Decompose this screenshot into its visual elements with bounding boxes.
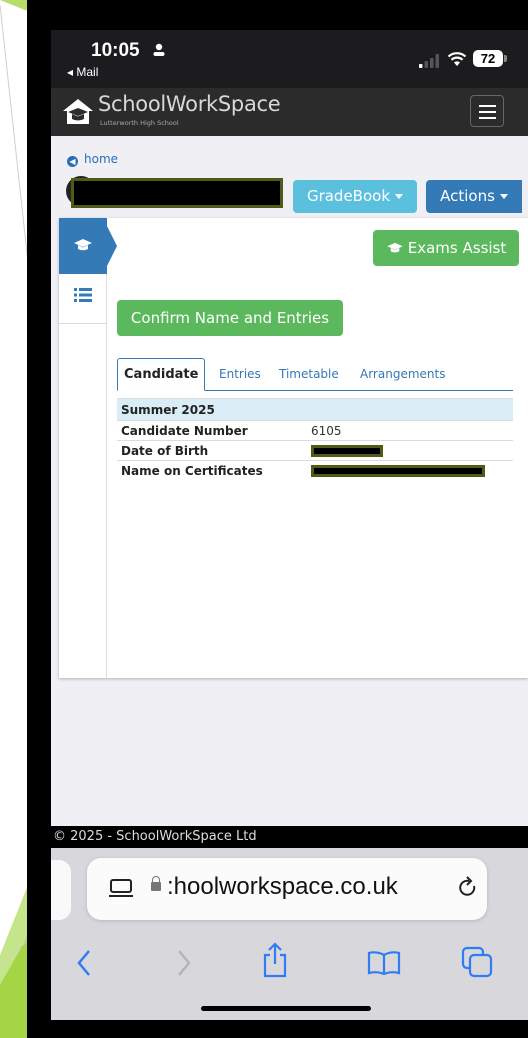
safari-bottom-bar: :hoolworkspace.co.uk: [51, 848, 528, 1020]
phone-frame: 10:05 ◂ Mail 72 SchoolWorkSpace Lutterwo…: [27, 0, 528, 1038]
person-icon: [153, 43, 165, 56]
exams-assist-button[interactable]: Exams Assist: [373, 230, 519, 266]
bookmarks-icon[interactable]: [367, 950, 401, 976]
side-tab-column: [59, 218, 117, 678]
date-of-birth-value: [307, 440, 513, 461]
hamburger-line: [479, 117, 496, 119]
redacted-date-of-birth: [311, 445, 383, 457]
forward-arrow-icon[interactable]: [175, 948, 193, 978]
actions-dropdown-button[interactable]: Actions: [426, 180, 522, 213]
battery-tip: [504, 55, 507, 62]
site-footer: © 2025 - SchoolWorkSpace Ltd: [51, 826, 528, 848]
confirm-name-entries-button[interactable]: Confirm Name and Entries: [117, 300, 343, 336]
back-to-mail-link[interactable]: ◂ Mail: [67, 65, 98, 79]
status-bar: 10:05 ◂ Mail 72: [51, 30, 528, 88]
gradebook-label: GradeBook: [306, 187, 391, 205]
graduation-cap-icon: [74, 239, 92, 251]
home-indicator[interactable]: [201, 1006, 371, 1011]
hamburger-line: [479, 111, 496, 113]
signal-icon: [419, 54, 439, 68]
tab-arrangements[interactable]: Arrangements: [360, 358, 445, 391]
share-icon[interactable]: [261, 942, 289, 978]
table-row: Candidate Number 6105: [117, 420, 513, 441]
side-tab-list[interactable]: [59, 274, 107, 324]
row-label: Candidate Number: [117, 420, 307, 441]
hamburger-line: [479, 105, 496, 107]
lock-icon: [151, 876, 161, 891]
reload-icon[interactable]: [457, 876, 479, 900]
row-label: Date of Birth: [117, 440, 307, 461]
site-brand[interactable]: SchoolWorkSpace: [98, 92, 281, 116]
tabs-icon[interactable]: [461, 946, 493, 978]
site-navbar: SchoolWorkSpace Lutterworth High School: [51, 88, 528, 136]
exams-assist-label: Exams Assist: [407, 239, 507, 257]
exam-session: Summer 2025: [117, 398, 513, 421]
candidate-tabs: Candidate Entries Timetable Arrangements: [117, 358, 513, 391]
actions-label: Actions: [440, 187, 495, 205]
caret-down-icon: [499, 194, 508, 199]
home-link[interactable]: ◀ home: [67, 152, 118, 167]
circle-arrow-left-icon: ◀: [67, 156, 78, 167]
page-menu-icon[interactable]: [109, 878, 133, 900]
address-bar[interactable]: :hoolworkspace.co.uk: [87, 858, 487, 920]
tab-timetable[interactable]: Timetable: [279, 358, 339, 391]
previous-tab-preview[interactable]: [51, 860, 71, 920]
side-tab-exams[interactable]: [59, 218, 107, 274]
table-row: Name on Certificates: [117, 460, 513, 481]
table-row: Date of Birth: [117, 440, 513, 461]
active-tab-pointer: [107, 226, 117, 266]
url-text[interactable]: :hoolworkspace.co.uk: [167, 873, 398, 901]
tab-entries[interactable]: Entries: [219, 358, 261, 391]
redacted-certificate-name: [311, 465, 485, 478]
certificate-name-value: [307, 460, 513, 481]
list-icon: [74, 288, 92, 302]
table-header-row: Summer 2025: [117, 398, 513, 421]
wifi-icon: [447, 52, 467, 66]
row-label: Name on Certificates: [117, 460, 307, 481]
menu-toggle-button[interactable]: [470, 95, 504, 127]
candidate-panel: Exams Assist Confirm Name and Entries Ca…: [59, 218, 528, 678]
graduation-cap-logo-icon[interactable]: [61, 97, 95, 127]
page-content: ◀ home GradeBook Actions Exams Assist Co…: [51, 136, 528, 826]
back-arrow-icon[interactable]: [75, 948, 93, 978]
battery-indicator: 72: [473, 50, 503, 67]
phone-screen: 10:05 ◂ Mail 72 SchoolWorkSpace Lutterwo…: [51, 30, 528, 1020]
candidate-number-value: 6105: [307, 420, 513, 441]
school-name: Lutterworth High School: [100, 119, 179, 127]
gradebook-dropdown-button[interactable]: GradeBook: [293, 180, 417, 213]
graduation-cap-icon: [387, 242, 403, 253]
tab-candidate[interactable]: Candidate: [117, 358, 206, 391]
redacted-student-name: [71, 178, 283, 208]
candidate-details-table: Summer 2025 Candidate Number 6105 Date o…: [117, 398, 513, 481]
status-time: 10:05: [91, 40, 140, 61]
home-link-label: home: [84, 152, 119, 166]
caret-down-icon: [395, 194, 404, 199]
